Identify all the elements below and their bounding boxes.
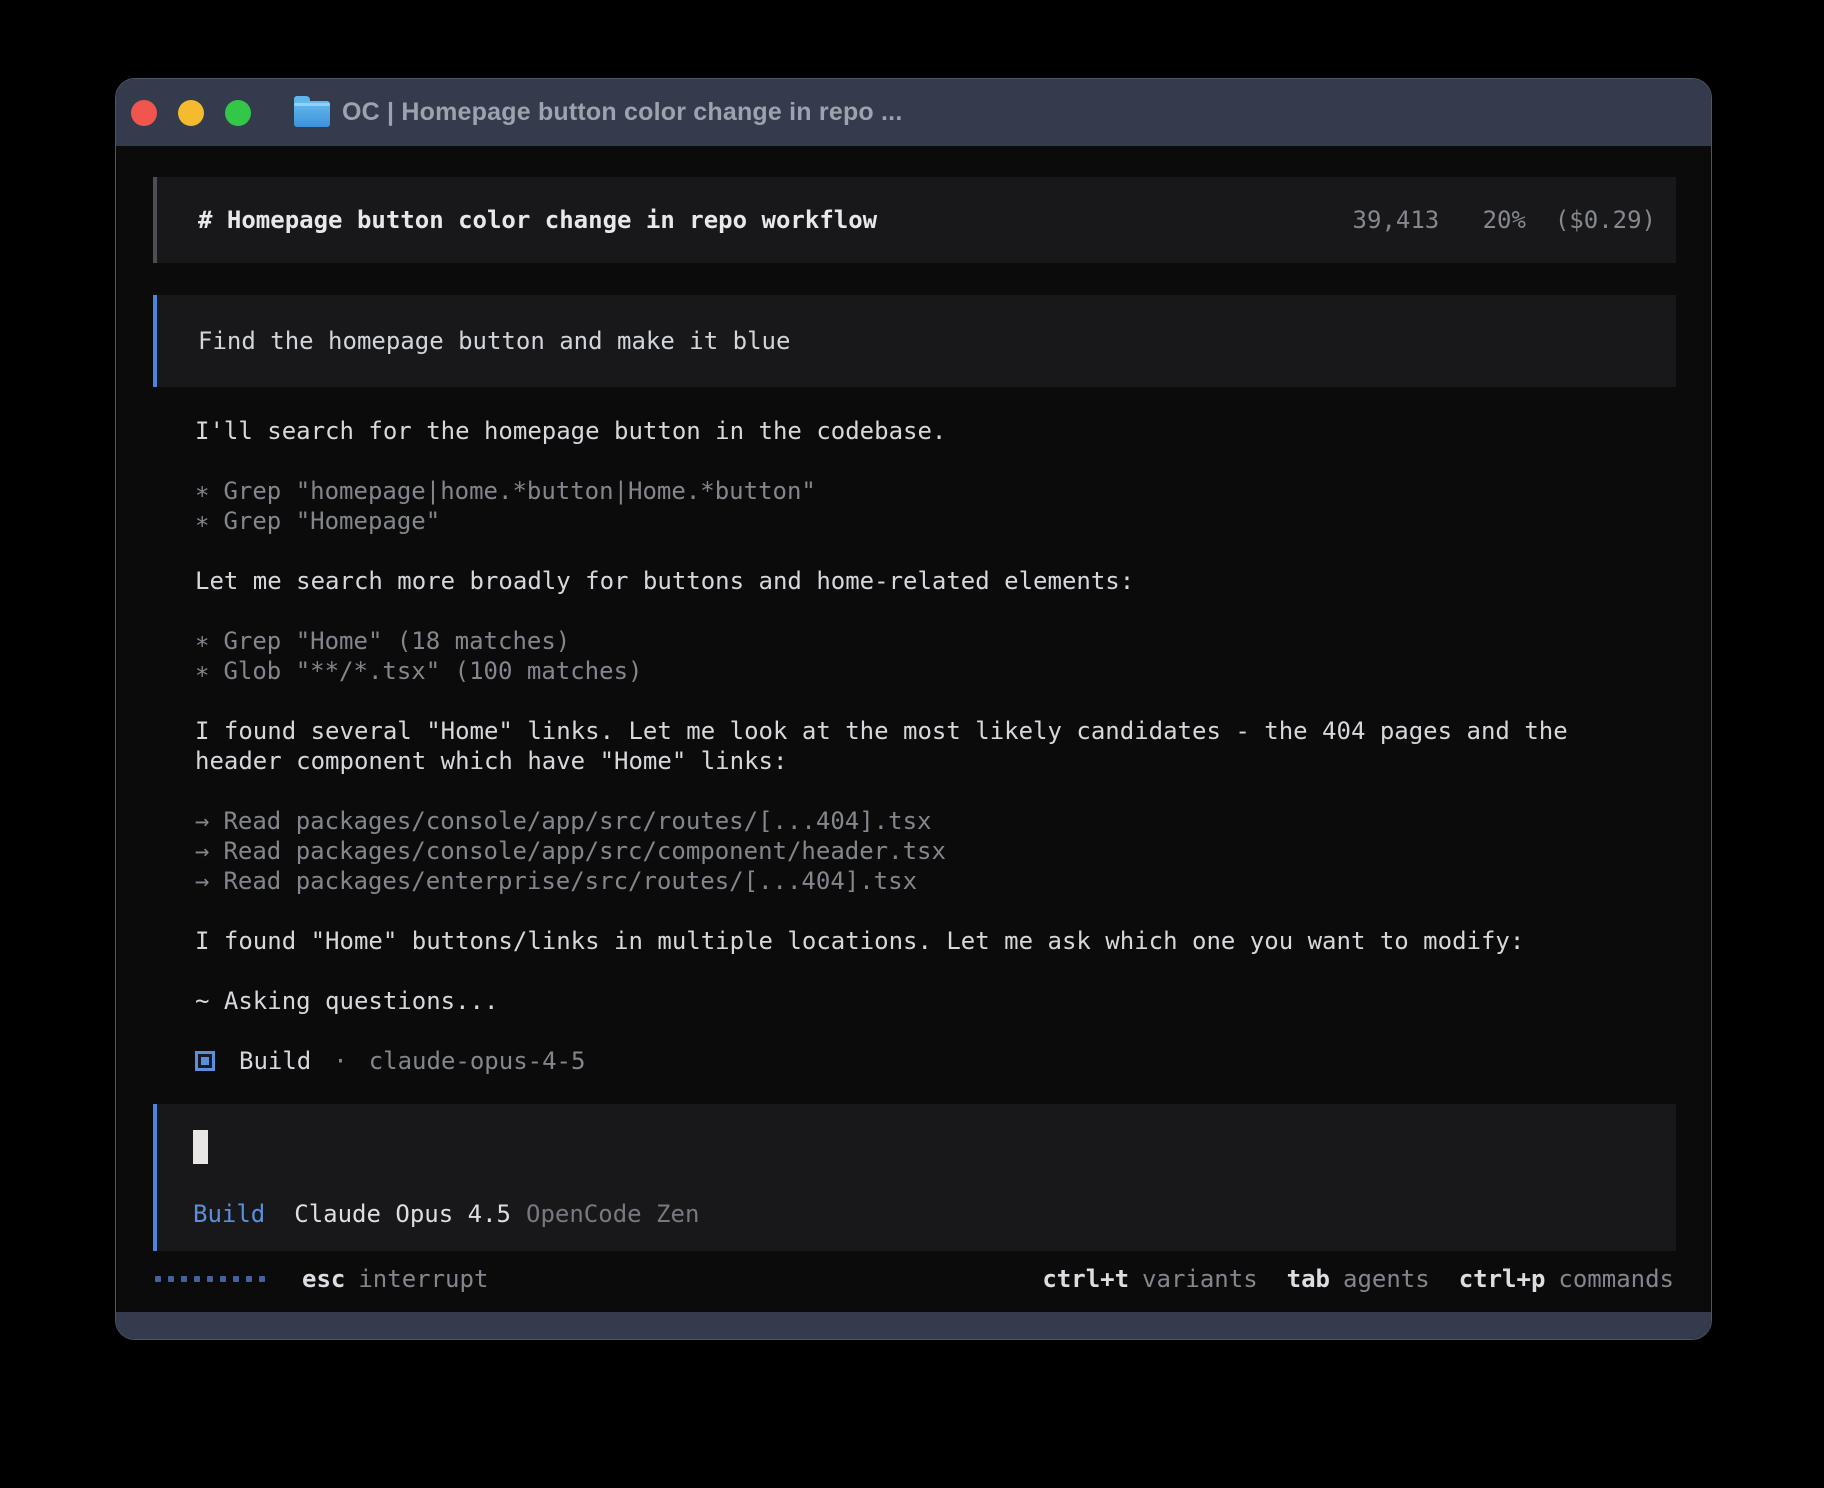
token-count: 39,413 (1353, 206, 1440, 234)
terminal-window: OC | Homepage button color change in rep… (115, 78, 1712, 1340)
minimize-button[interactable] (178, 100, 204, 126)
session-header: # Homepage button color change in repo w… (153, 177, 1676, 263)
window-bottom-bar (116, 1312, 1711, 1339)
spinner-dots (155, 1276, 265, 1282)
prompt-input[interactable]: Build Claude Opus 4.5 OpenCode Zen (153, 1104, 1676, 1251)
spinner-dot (233, 1276, 239, 1282)
asterisk-icon: ∗ (195, 657, 209, 685)
tool-read-line: →Read packages/console/app/src/component… (195, 836, 1676, 866)
assistant-text-line: I'll search for the homepage button in t… (195, 416, 1676, 446)
tool-read-line: →Read packages/console/app/src/routes/[.… (195, 806, 1676, 836)
arrow-right-icon: → (195, 837, 209, 865)
assistant-status-line: ~ Asking questions... (195, 986, 1676, 1016)
spinner-dot (168, 1276, 174, 1282)
user-message: Find the homepage button and make it blu… (153, 295, 1676, 387)
window-titlebar: OC | Homepage button color change in rep… (116, 79, 1711, 146)
spinner-dot (259, 1276, 265, 1282)
arrow-right-icon: → (195, 867, 209, 895)
tool-call-line: ∗Grep "Home" (18 matches) (195, 626, 1676, 656)
asterisk-icon: ∗ (195, 477, 209, 505)
separator-dot: · (333, 1046, 347, 1076)
agent-model: claude-opus-4-5 (369, 1046, 586, 1076)
hint-commands: ctrl+pcommands (1459, 1265, 1674, 1293)
tool-read-line: →Read packages/enterprise/src/routes/[..… (195, 866, 1676, 896)
asterisk-icon: ∗ (195, 627, 209, 655)
hint-interrupt: escinterrupt (302, 1265, 488, 1293)
window-title: OC | Homepage button color change in rep… (342, 98, 902, 127)
spinner-dot (220, 1276, 226, 1282)
agent-build-icon (195, 1051, 215, 1071)
spinner-dot (207, 1276, 213, 1282)
assistant-text-line: Let me search more broadly for buttons a… (195, 566, 1676, 596)
folder-icon (294, 101, 330, 127)
session-cost: ($0.29) (1555, 206, 1656, 234)
composer-model: Claude Opus 4.5 (294, 1200, 511, 1228)
arrow-right-icon: → (195, 807, 209, 835)
asterisk-icon: ∗ (195, 507, 209, 535)
spinner-dot (246, 1276, 252, 1282)
hint-agents: tabagents (1287, 1265, 1430, 1293)
spinner-dot (194, 1276, 200, 1282)
user-message-text: Find the homepage button and make it blu… (198, 327, 790, 355)
assistant-text-line: I found "Home" buttons/links in multiple… (195, 926, 1676, 956)
hint-variants: ctrl+tvariants (1042, 1265, 1257, 1293)
spinner-dot (181, 1276, 187, 1282)
assistant-text-line: header component which have "Home" links… (195, 746, 1676, 776)
transcript: I'll search for the homepage button in t… (153, 416, 1676, 1076)
hints-right: ctrl+tvariants tabagents ctrl+pcommands (1042, 1265, 1674, 1293)
composer-provider: OpenCode Zen (526, 1200, 699, 1228)
context-percent: 20% (1483, 206, 1526, 234)
text-cursor (193, 1130, 208, 1164)
tool-call-line: ∗Grep "homepage|home.*button|Home.*butto… (195, 476, 1676, 506)
tool-call-line: ∗Grep "Homepage" (195, 506, 1676, 536)
tool-call-line: ∗Glob "**/*.tsx" (100 matches) (195, 656, 1676, 686)
composer-mode: Build (193, 1200, 265, 1228)
agent-status-row: Build · claude-opus-4-5 (195, 1046, 1676, 1076)
terminal-content: # Homepage button color change in repo w… (116, 146, 1711, 1312)
session-title: # Homepage button color change in repo w… (198, 206, 877, 234)
close-button[interactable] (131, 100, 157, 126)
agent-name: Build (239, 1046, 311, 1076)
spinner-dot (155, 1276, 161, 1282)
status-bar: escinterrupt ctrl+tvariants tabagents ct… (153, 1264, 1676, 1294)
composer-status: Build Claude Opus 4.5 OpenCode Zen (193, 1199, 1656, 1229)
session-meta: 39,413 20% ($0.29) (1353, 206, 1656, 234)
zoom-button[interactable] (225, 100, 251, 126)
assistant-text-line: I found several "Home" links. Let me loo… (195, 716, 1676, 746)
